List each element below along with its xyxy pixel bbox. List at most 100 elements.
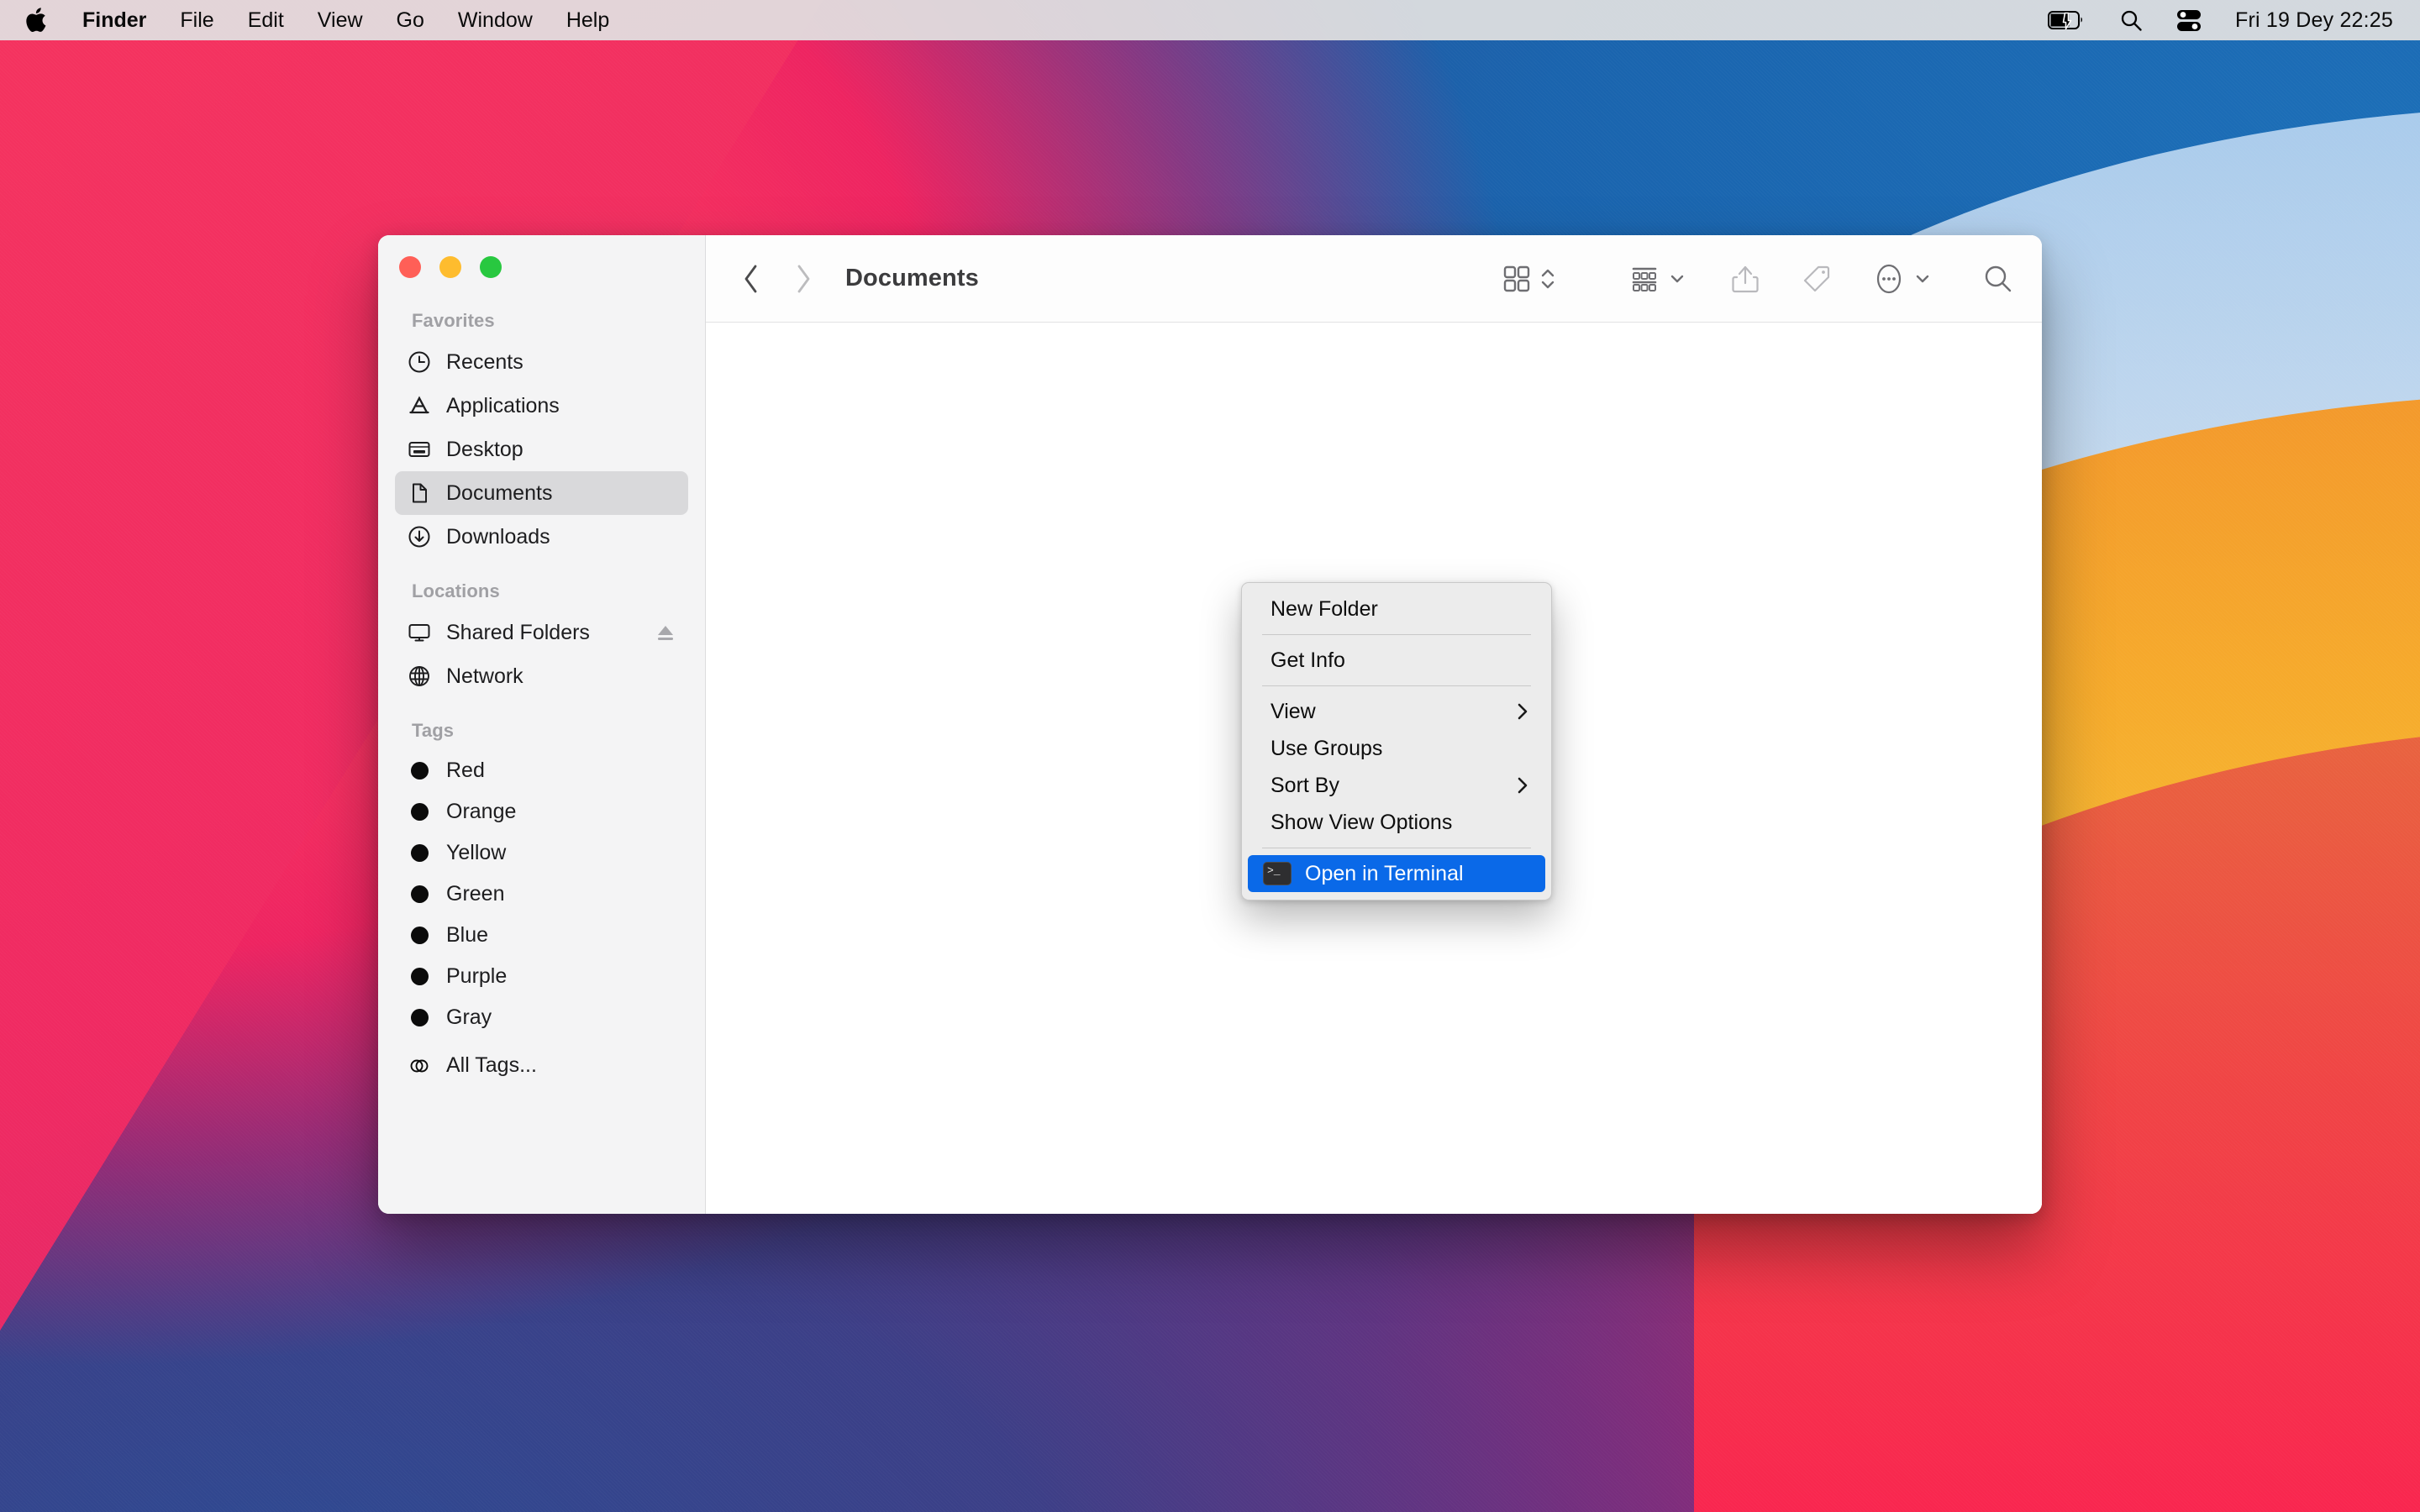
context-menu-item-get-info[interactable]: Get Info xyxy=(1248,642,1545,679)
chevron-up-down-icon[interactable] xyxy=(1539,265,1556,293)
sidebar-item-label: Purple xyxy=(446,966,507,987)
chevron-down-icon[interactable] xyxy=(1669,270,1686,287)
sidebar-content: Favorites Recents Applications xyxy=(378,298,705,1086)
context-menu: New Folder Get Info View Use Groups Sort… xyxy=(1241,582,1552,900)
control-center-icon[interactable] xyxy=(2176,9,2202,32)
context-menu-separator xyxy=(1262,685,1531,686)
clock-icon xyxy=(407,349,432,375)
display-icon xyxy=(407,620,432,645)
tag-dot-icon xyxy=(407,800,432,825)
context-menu-item-open-in-terminal[interactable]: >_ Open in Terminal xyxy=(1248,855,1545,892)
menu-item-finder[interactable]: Finder xyxy=(66,10,163,31)
sidebar-item-label: Recents xyxy=(446,352,523,373)
context-menu-item-sort-by[interactable]: Sort By xyxy=(1248,767,1545,804)
battery-charging-icon[interactable] xyxy=(2048,10,2086,30)
view-mode-control[interactable] xyxy=(1502,265,1556,293)
context-menu-item-label: Use Groups xyxy=(1270,737,1382,761)
eject-icon[interactable] xyxy=(655,622,676,643)
sidebar-item-label: Applications xyxy=(446,396,560,417)
context-menu-item-show-view-options[interactable]: Show View Options xyxy=(1248,804,1545,841)
context-menu-separator xyxy=(1262,634,1531,635)
close-window-button[interactable] xyxy=(399,256,421,278)
sidebar-item-all-tags[interactable]: All Tags... xyxy=(395,1045,688,1086)
chevron-right-icon xyxy=(1515,776,1530,795)
context-menu-item-label: Open in Terminal xyxy=(1305,862,1464,886)
context-menu-item-new-folder[interactable]: New Folder xyxy=(1248,591,1545,627)
sidebar-tag-red[interactable]: Red xyxy=(395,750,688,791)
search-icon[interactable] xyxy=(2120,9,2143,32)
chevron-right-icon xyxy=(1515,702,1530,721)
sidebar-item-label: Network xyxy=(446,666,523,687)
tag-dot-icon xyxy=(407,964,432,990)
sidebar-item-label: Gray xyxy=(446,1007,492,1028)
menu-item-view[interactable]: View xyxy=(301,10,380,31)
menu-item-window[interactable]: Window xyxy=(441,10,550,31)
ellipsis-circle-icon[interactable] xyxy=(1874,262,1904,296)
tag-dot-icon xyxy=(407,759,432,784)
menu-bar-left: Finder File Edit View Go Window Help xyxy=(25,8,626,34)
share-icon[interactable] xyxy=(1731,263,1760,295)
terminal-prompt-text: >_ xyxy=(1267,865,1281,876)
minimize-window-button[interactable] xyxy=(439,256,461,278)
sidebar-tag-gray[interactable]: Gray xyxy=(395,997,688,1038)
sidebar-tag-green[interactable]: Green xyxy=(395,874,688,915)
sidebar-item-applications[interactable]: Applications xyxy=(395,384,688,428)
context-menu-item-view[interactable]: View xyxy=(1248,693,1545,730)
maximize-window-button[interactable] xyxy=(480,256,502,278)
sidebar-item-desktop[interactable]: Desktop xyxy=(395,428,688,471)
sidebar-item-label: Desktop xyxy=(446,439,523,460)
more-actions-control[interactable] xyxy=(1874,262,1931,296)
tag-dot-icon xyxy=(407,1005,432,1031)
menu-item-edit[interactable]: Edit xyxy=(231,10,301,31)
sidebar-item-label: Blue xyxy=(446,925,488,946)
tag-icon[interactable] xyxy=(1802,264,1832,294)
sidebar-item-label: Red xyxy=(446,760,485,781)
sidebar-item-shared-folders[interactable]: Shared Folders xyxy=(395,611,688,654)
apple-logo-icon[interactable] xyxy=(25,8,66,34)
navigation-buttons xyxy=(731,259,823,299)
sidebar-tag-blue[interactable]: Blue xyxy=(395,915,688,956)
sidebar-item-label: Documents xyxy=(446,483,552,504)
sidebar-item-recents[interactable]: Recents xyxy=(395,340,688,384)
sidebar-tag-yellow[interactable]: Yellow xyxy=(395,832,688,874)
document-icon xyxy=(407,480,432,506)
tag-dot-icon xyxy=(407,882,432,907)
window-traffic-lights xyxy=(378,235,705,298)
sidebar-item-label: Green xyxy=(446,884,504,905)
menu-item-help[interactable]: Help xyxy=(550,10,626,31)
globe-icon xyxy=(407,664,432,689)
sidebar-item-documents[interactable]: Documents xyxy=(395,471,688,515)
chevron-down-icon[interactable] xyxy=(1914,270,1931,287)
finder-window: Favorites Recents Applications xyxy=(378,235,2042,1214)
sidebar-item-network[interactable]: Network xyxy=(395,654,688,698)
context-menu-item-label: View xyxy=(1270,700,1316,724)
sidebar-item-downloads[interactable]: Downloads xyxy=(395,515,688,559)
terminal-icon: >_ xyxy=(1263,862,1292,885)
context-menu-item-label: Get Info xyxy=(1270,648,1345,673)
sidebar-section-tags-title: Tags xyxy=(395,698,688,750)
applications-icon xyxy=(407,393,432,418)
context-menu-item-label: Show View Options xyxy=(1270,811,1452,835)
icon-view-grid-icon[interactable] xyxy=(1502,265,1531,293)
context-menu-item-use-groups[interactable]: Use Groups xyxy=(1248,730,1545,767)
sidebar-item-label: All Tags... xyxy=(446,1055,537,1076)
menu-item-file[interactable]: File xyxy=(163,10,230,31)
tag-dot-icon xyxy=(407,923,432,948)
sidebar-item-label: Orange xyxy=(446,801,516,822)
menu-item-go[interactable]: Go xyxy=(380,10,441,31)
group-by-control[interactable] xyxy=(1630,265,1686,293)
group-by-icon[interactable] xyxy=(1630,265,1659,293)
forward-button[interactable] xyxy=(783,259,823,299)
finder-toolbar: Documents xyxy=(706,235,2042,323)
desktop-icon xyxy=(407,437,432,462)
search-icon[interactable] xyxy=(1983,264,2013,294)
sidebar-tag-orange[interactable]: Orange xyxy=(395,791,688,832)
sidebar-tag-purple[interactable]: Purple xyxy=(395,956,688,997)
toolbar-actions xyxy=(1502,262,2013,296)
menu-bar: Finder File Edit View Go Window Help xyxy=(0,0,2420,40)
sidebar-section-favorites-title: Favorites xyxy=(395,298,688,340)
sidebar-item-label: Shared Folders xyxy=(446,622,590,643)
menu-bar-clock[interactable]: Fri 19 Dey 22:25 xyxy=(2235,8,2393,33)
sidebar-item-label: Yellow xyxy=(446,843,506,864)
back-button[interactable] xyxy=(731,259,771,299)
